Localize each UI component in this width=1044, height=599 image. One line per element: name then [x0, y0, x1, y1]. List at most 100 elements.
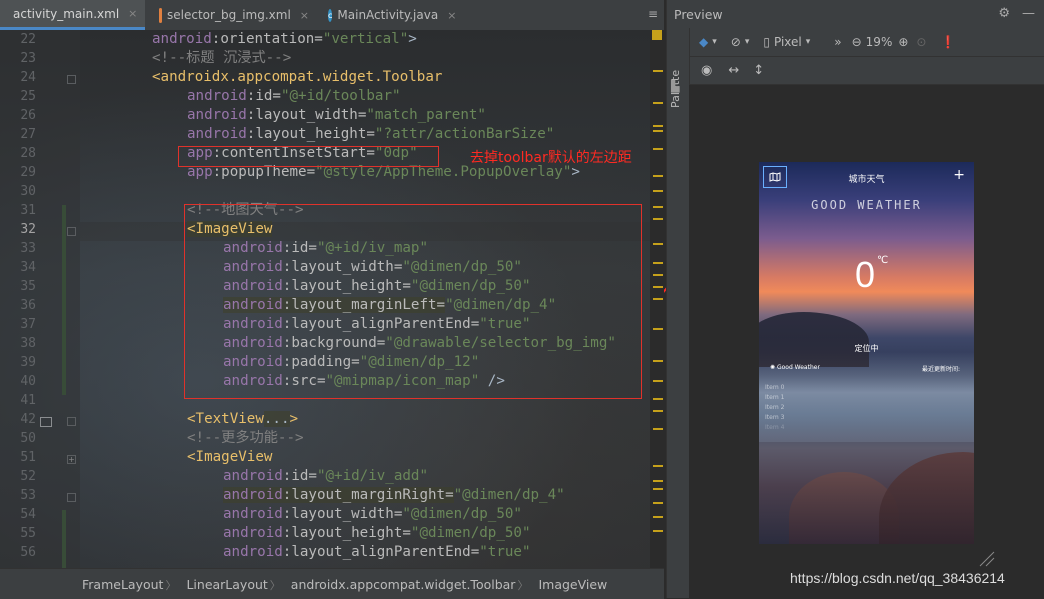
line-number: 55	[20, 526, 36, 541]
temperature-value: 0	[855, 254, 876, 295]
zoom-fit-icon[interactable]: ⊙	[916, 35, 926, 49]
marker[interactable]	[653, 102, 663, 104]
list-item: Item 1	[765, 394, 785, 401]
city-weather-title: 城市天气	[848, 175, 885, 185]
layers-dropdown-icon[interactable]: ◆ ▾	[699, 35, 717, 49]
horizontal-resize-icon[interactable]: ↔	[728, 63, 739, 78]
fold-expand-icon[interactable]: +	[67, 455, 76, 464]
zoom-in-icon[interactable]: ⊕	[898, 35, 908, 49]
line-number: 52	[20, 469, 36, 484]
marker[interactable]	[653, 243, 663, 245]
xml-file-icon	[159, 7, 163, 23]
zoom-out-icon[interactable]: ⊖	[852, 35, 862, 49]
line-number: 33	[20, 241, 36, 256]
code-line-25: android:id="@+id/toolbar"	[187, 88, 401, 104]
marker[interactable]	[653, 70, 663, 72]
marker[interactable]	[653, 328, 663, 330]
preview-toolbar-secondary: ◉ ↔ ↕	[689, 56, 1044, 85]
warning-icon[interactable]	[652, 30, 662, 40]
marker[interactable]	[653, 190, 663, 192]
more-icon[interactable]: »	[834, 35, 841, 49]
palette-strip[interactable]: Palette ▙	[667, 28, 690, 598]
marker[interactable]	[653, 298, 663, 300]
vertical-resize-icon[interactable]: ↕	[753, 63, 764, 78]
close-icon[interactable]: ×	[128, 7, 137, 20]
marker[interactable]	[653, 148, 663, 150]
line-number: 38	[20, 336, 36, 351]
marker[interactable]	[653, 516, 663, 518]
marker[interactable]	[653, 274, 663, 276]
gear-icon[interactable]: ⚙	[998, 6, 1010, 21]
line-number: 51	[20, 450, 36, 465]
palette-icon[interactable]: ▙	[671, 80, 679, 93]
good-weather-label: ✺ Good Weather	[770, 364, 820, 371]
list-item: Item 0	[765, 384, 785, 391]
fold-marker-icon[interactable]	[67, 75, 76, 84]
list-item: Item 3	[765, 414, 785, 421]
line-number: 34	[20, 260, 36, 275]
line-number: 41	[20, 393, 36, 408]
code-line-23: <!--标题 沉浸式-->	[152, 50, 292, 66]
zoom-level: 19%	[865, 35, 893, 49]
marker[interactable]	[653, 530, 663, 532]
preview-header: Preview ⚙ —	[667, 0, 1044, 28]
line-number: 22	[20, 32, 36, 47]
marker[interactable]	[653, 218, 663, 220]
editor-marker-bar[interactable]	[650, 30, 664, 568]
tab-main-activity-java[interactable]: c MainActivity.java ×	[320, 0, 462, 30]
breadcrumb-item[interactable]: FrameLayout	[70, 577, 174, 592]
marker[interactable]	[653, 206, 663, 208]
device-dropdown[interactable]: ▯ Pixel ▾	[763, 35, 810, 49]
error-icon[interactable]: ❗	[940, 35, 955, 49]
breadcrumb-item[interactable]: ImageView	[517, 577, 618, 593]
editor-tab-bar: activity_main.xml × selector_bg_img.xml …	[0, 0, 664, 31]
breadcrumb-item[interactable]: androidx.appcompat.widget.Toolbar	[270, 577, 527, 593]
line-number: 36	[20, 298, 36, 313]
phone-preview[interactable]: 城市天气 + GOOD WEATHER 0 ℃ 定位中 ✺ Good Weath…	[759, 162, 974, 544]
marker[interactable]	[653, 125, 663, 127]
marker[interactable]	[653, 130, 663, 132]
tab-selector-bg-img-xml[interactable]: selector_bg_img.xml ×	[151, 0, 317, 30]
watermark: https://blog.csdn.net/qq_38436214	[790, 570, 1005, 586]
marker[interactable]	[653, 380, 663, 382]
tab-activity-main-xml[interactable]: activity_main.xml ×	[0, 0, 145, 30]
close-icon[interactable]: ×	[300, 9, 309, 22]
marker[interactable]	[653, 428, 663, 430]
fold-marker-icon[interactable]	[67, 417, 76, 426]
marker[interactable]	[653, 410, 663, 412]
good-weather-banner: GOOD WEATHER	[811, 198, 922, 212]
orientation-dropdown-icon[interactable]: ⊘ ▾	[731, 35, 750, 49]
code-line-55: android:layout_height="@dimen/dp_50"	[223, 525, 531, 541]
line-number: 28	[20, 146, 36, 161]
marker[interactable]	[653, 480, 663, 482]
eye-icon[interactable]: ◉	[701, 63, 712, 78]
code-line-50: <!--更多功能-->	[187, 430, 304, 446]
add-icon[interactable]: +	[953, 167, 965, 183]
line-number: 30	[20, 184, 36, 199]
sun-icon: ✺	[770, 364, 776, 371]
resize-handle-icon[interactable]	[976, 548, 996, 568]
tab-overflow-icon[interactable]: ≡	[648, 7, 658, 21]
location-status: 定位中	[854, 344, 879, 353]
marker[interactable]	[653, 360, 663, 362]
code-line-27: android:layout_height="?attr/actionBarSi…	[187, 126, 555, 142]
marker[interactable]	[653, 502, 663, 504]
image-preview-gutter-icon[interactable]	[40, 417, 52, 427]
line-number: 40	[20, 374, 36, 389]
fold-marker-icon[interactable]	[67, 227, 76, 236]
fold-marker-icon[interactable]	[67, 493, 76, 502]
marker[interactable]	[653, 175, 663, 177]
close-icon[interactable]: ×	[447, 9, 456, 22]
line-number: 35	[20, 279, 36, 294]
minimize-icon[interactable]: —	[1022, 6, 1035, 21]
line-number: 39	[20, 355, 36, 370]
code-line-51: <ImageView	[187, 449, 273, 465]
marker[interactable]	[653, 398, 663, 400]
marker[interactable]	[653, 488, 663, 490]
code-line-54: android:layout_width="@dimen/dp_50"	[223, 506, 522, 522]
line-number: 53	[20, 488, 36, 503]
marker[interactable]	[653, 286, 663, 288]
marker[interactable]	[653, 262, 663, 264]
breadcrumb-item[interactable]: LinearLayout	[165, 577, 278, 593]
marker[interactable]	[653, 465, 663, 467]
